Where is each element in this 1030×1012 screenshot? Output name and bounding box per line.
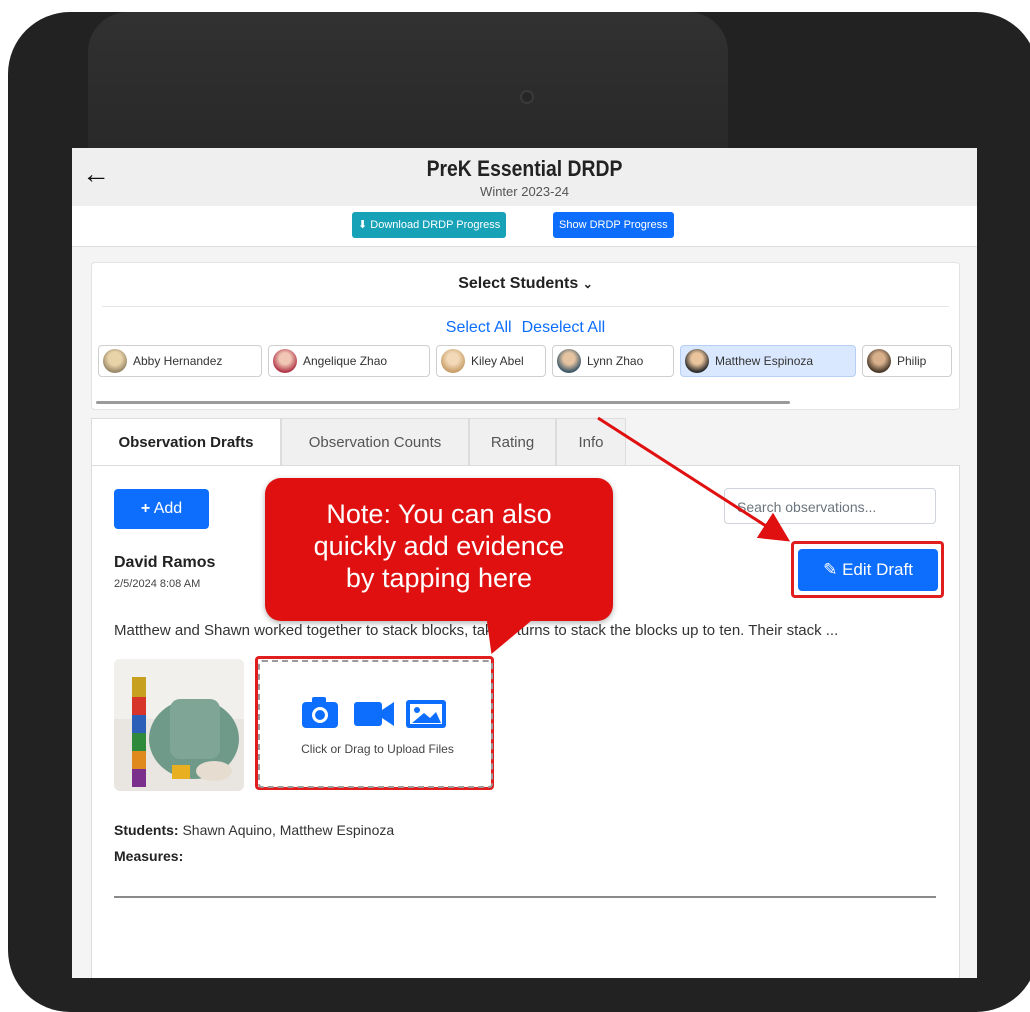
students-line: Students: Shawn Aquino, Matthew Espinoza (114, 822, 394, 838)
action-bar: ⬇ Download DRDP Progress Show DRDP Progr… (72, 206, 977, 247)
student-name: Angelique Zhao (303, 354, 388, 368)
student-chip[interactable]: Lynn Zhao (552, 345, 674, 377)
camera-icon (302, 697, 338, 728)
student-chip[interactable]: Philip (862, 345, 952, 377)
app-header: ← PreK Essential DRDP Winter 2023-24 (72, 148, 977, 206)
download-progress-button[interactable]: ⬇ Download DRDP Progress (352, 212, 507, 238)
page-subtitle: Winter 2023-24 (480, 184, 569, 199)
student-name: Abby Hernandez (133, 354, 223, 368)
upload-icons (302, 697, 446, 728)
upload-dropzone[interactable]: Click or Drag to Upload Files (258, 660, 493, 788)
student-chip[interactable]: Angelique Zhao (268, 345, 430, 377)
tab-bar: Observation Drafts Observation Counts Ra… (91, 418, 958, 466)
tab-observation-drafts[interactable]: Observation Drafts (91, 418, 281, 466)
select-all-link[interactable]: Select All (446, 319, 512, 336)
students-label: Students: (114, 822, 179, 838)
page-title: PreK Essential DRDP (426, 156, 623, 181)
image-icon (406, 700, 446, 728)
select-students-card: Select Students ⌄ Select All Deselect All… (91, 262, 960, 410)
camera-icon (520, 90, 534, 104)
measures-label: Measures: (114, 848, 184, 864)
tab-info[interactable]: Info (556, 418, 626, 465)
photo-image (114, 659, 244, 791)
student-name: Kiley Abel (471, 354, 524, 368)
annotation-callout: Note: You can also quickly add evidence … (265, 478, 613, 621)
student-name: Lynn Zhao (587, 354, 644, 368)
download-label: Download DRDP Progress (370, 219, 501, 231)
avatar (103, 349, 127, 373)
horizontal-scrollbar[interactable] (96, 401, 790, 404)
avatar (867, 349, 891, 373)
student-chip[interactable]: Kiley Abel (436, 345, 546, 377)
observation-photo[interactable] (114, 659, 244, 791)
student-name: Matthew Espinoza (715, 354, 814, 368)
divider (114, 896, 936, 898)
observation-date: 2/5/2024 8:08 AM (114, 578, 201, 590)
show-progress-button[interactable]: Show DRDP Progress (553, 212, 674, 238)
student-chips: Abby Hernandez Angelique Zhao Kiley Abel… (98, 345, 958, 381)
download-icon: ⬇ (358, 219, 368, 231)
select-students-label: Select Students (458, 275, 579, 292)
tab-observation-counts[interactable]: Observation Counts (281, 418, 469, 465)
select-students-toggle[interactable]: Select Students ⌄ (92, 275, 959, 293)
callout-line: quickly add evidence (313, 531, 565, 561)
students-value: Shawn Aquino, Matthew Espinoza (182, 822, 395, 838)
upload-label: Click or Drag to Upload Files (301, 742, 454, 756)
student-name: Philip (897, 354, 927, 368)
callout-line: Note: You can also (326, 499, 552, 529)
callout-line: by tapping here (345, 563, 533, 593)
deselect-all-link[interactable]: Deselect All (522, 319, 606, 336)
search-input[interactable]: Search observations... (724, 488, 936, 524)
video-icon (354, 702, 394, 726)
plus-icon: + (140, 500, 151, 517)
selection-links: Select All Deselect All (92, 319, 959, 337)
pencil-icon: ✎ (823, 560, 838, 579)
divider (102, 306, 949, 307)
add-observation-button[interactable]: + Add (114, 489, 209, 529)
chevron-down-icon: ⌄ (582, 277, 593, 291)
avatar (441, 349, 465, 373)
add-label: Add (153, 500, 183, 517)
avatar (557, 349, 581, 373)
tab-rating[interactable]: Rating (469, 418, 556, 465)
avatar (685, 349, 709, 373)
student-chip-selected[interactable]: Matthew Espinoza (680, 345, 856, 377)
student-chip[interactable]: Abby Hernandez (98, 345, 262, 377)
measures-line: Measures: (114, 848, 183, 864)
avatar (273, 349, 297, 373)
edit-draft-button[interactable]: ✎ Edit Draft (798, 549, 938, 591)
edit-label: Edit Draft (842, 560, 913, 579)
observation-author: David Ramos (114, 554, 216, 571)
